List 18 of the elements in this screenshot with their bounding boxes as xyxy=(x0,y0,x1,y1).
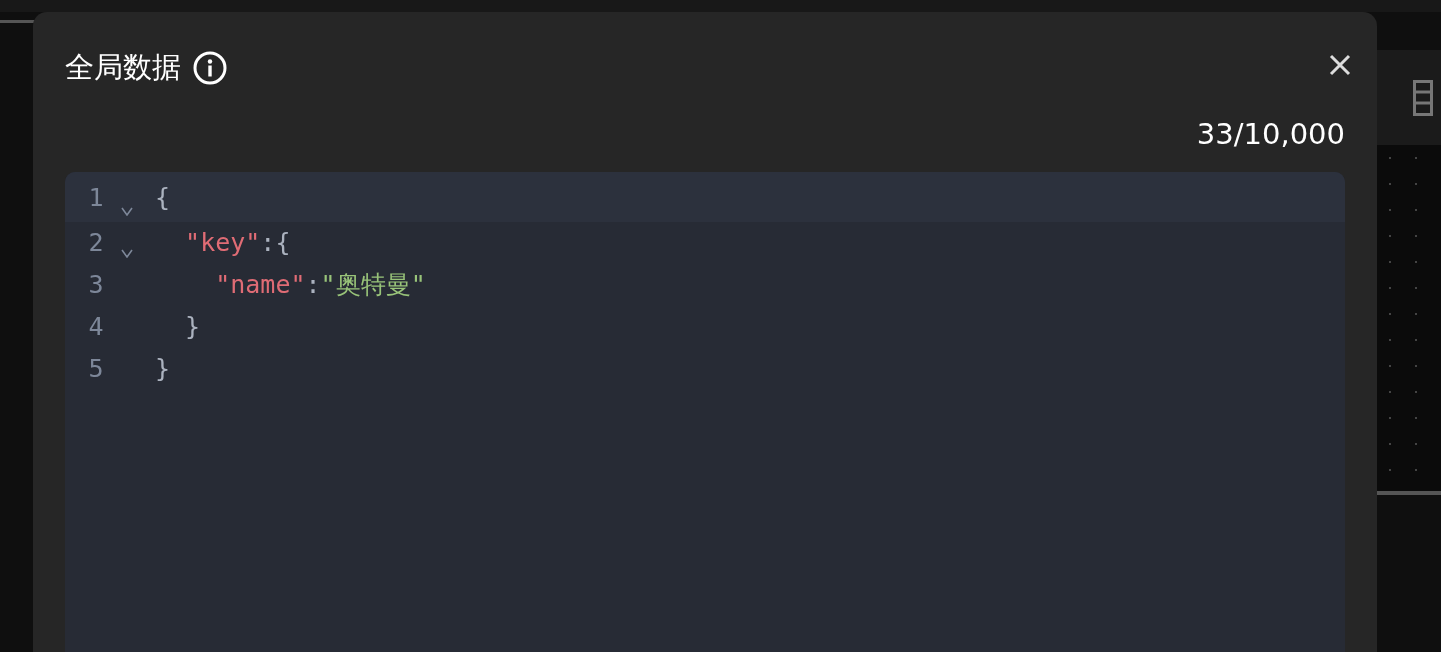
line-number: 2 xyxy=(87,227,105,260)
line-number: 3 xyxy=(87,269,105,302)
code-text: { xyxy=(155,182,171,215)
line-number: 5 xyxy=(87,353,105,386)
code-text: "key":{ xyxy=(184,227,291,260)
line-number: 1 xyxy=(87,182,105,215)
code-editor[interactable]: 1 { 2 "key":{ 3 "name":"奥特曼" 4 } 5 } xyxy=(65,172,1345,652)
fold-chevron-icon[interactable] xyxy=(121,207,133,216)
close-icon xyxy=(1329,54,1351,76)
line-number: 4 xyxy=(87,311,105,344)
dialog-title: 全局数据 xyxy=(65,49,181,87)
fold-chevron-icon[interactable] xyxy=(121,249,133,258)
code-text: } xyxy=(155,353,171,386)
code-text: } xyxy=(184,311,201,344)
info-icon[interactable] xyxy=(193,51,227,85)
code-text: "name":"奥特曼" xyxy=(214,269,426,302)
character-counter: 33/10,000 xyxy=(1196,116,1345,153)
table-icon[interactable] xyxy=(1413,79,1433,116)
